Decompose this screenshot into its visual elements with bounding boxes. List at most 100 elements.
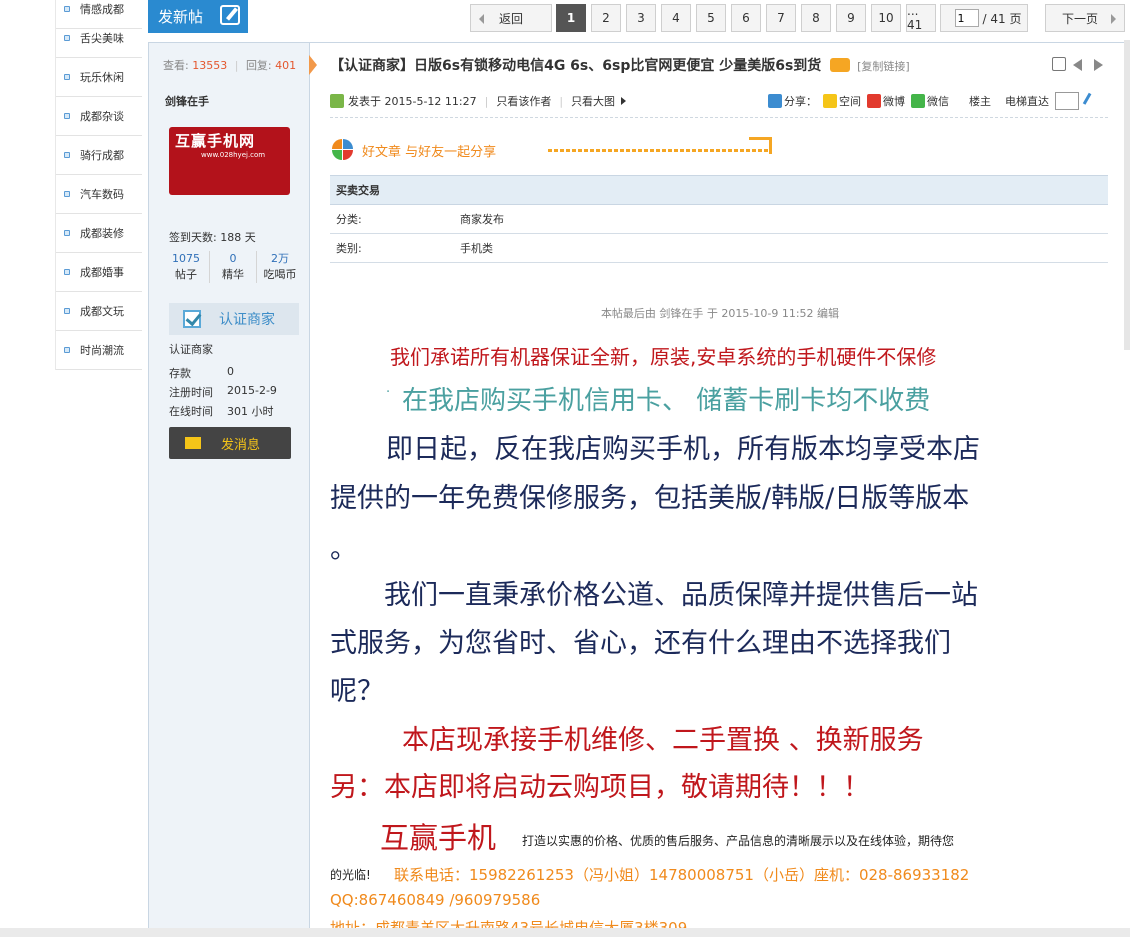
envelope-icon xyxy=(185,437,201,449)
print-icon[interactable] xyxy=(1052,57,1066,71)
checkin-days: 签到天数: 188 天 xyxy=(169,231,256,244)
body-line-free-repair-1: 即日起，反在我店购买手机，所有版本均享受本店 xyxy=(386,434,980,465)
edit-icon xyxy=(220,5,240,25)
page-input[interactable] xyxy=(954,9,979,27)
coins-label: 吃喝币 xyxy=(263,268,297,281)
bullet-icon xyxy=(64,308,70,314)
arrow-left-icon xyxy=(479,14,484,24)
nav-item-label: 玩乐休闲 xyxy=(80,71,124,84)
bullet-icon xyxy=(64,152,70,158)
replies-label: 回复: xyxy=(245,59,272,72)
post-date: 发表于 2015-5-12 11:27 xyxy=(348,95,477,108)
share-weibo[interactable]: 微博 xyxy=(883,93,905,109)
posts-count: 1075 xyxy=(172,252,200,265)
posts-label: 帖子 xyxy=(175,268,197,281)
body-line-qq: QQ:867460849 /960979586 xyxy=(330,891,541,909)
reg-value: 2015-2-9 xyxy=(227,384,277,397)
bottom-scrollbar[interactable] xyxy=(0,928,1130,937)
page-button[interactable]: 7 xyxy=(766,4,796,32)
trade-info-table: 买卖交易 分类: 商家发布 类别: 手机类 xyxy=(330,175,1108,263)
post-stats: 查看: 13553 | 回复: 401 xyxy=(163,57,296,73)
bullet-icon xyxy=(64,35,70,41)
share-bar: 分享： 空间 微博 微信 楼主 电梯直达 xyxy=(768,92,1100,110)
digest-stat[interactable]: 0 精华 xyxy=(210,251,257,283)
online-value: 301 小时 xyxy=(227,405,274,418)
deposit-label: 存款 xyxy=(169,367,191,380)
author-only-link[interactable]: 只看该作者 xyxy=(496,93,551,109)
page-button[interactable]: 4 xyxy=(661,4,691,32)
back-button[interactable]: 返回 xyxy=(470,4,552,32)
share-banner[interactable]: 好文章 与好友一起分享 xyxy=(332,137,772,161)
share-plus-icon xyxy=(768,94,782,108)
next-page-button[interactable]: 下一页 xyxy=(1045,4,1125,32)
bullet-icon xyxy=(64,347,70,353)
table-row: 类别: 手机类 xyxy=(330,234,1108,263)
nav-item[interactable]: 时尚潮流 xyxy=(56,331,142,370)
page-button[interactable]: 10 xyxy=(871,4,901,32)
page-button[interactable]: 5 xyxy=(696,4,726,32)
qzone-icon xyxy=(823,94,837,108)
page-button[interactable]: 1 xyxy=(556,4,586,32)
page-button[interactable]: 6 xyxy=(731,4,761,32)
page-button[interactable]: ... 41 xyxy=(906,4,936,32)
page-button[interactable]: 3 xyxy=(626,4,656,32)
type-key: 类别: xyxy=(336,242,362,255)
dashed-arrow-icon xyxy=(548,137,772,154)
nav-item[interactable]: 成都装修 xyxy=(56,214,142,253)
posts-stat[interactable]: 1075 帖子 xyxy=(163,251,210,283)
author-name[interactable]: 剑锋在手 xyxy=(165,93,209,109)
page-button[interactable]: 8 xyxy=(801,4,831,32)
send-message-label: 发消息 xyxy=(221,437,261,453)
nav-item-label: 舌尖美味 xyxy=(80,32,124,45)
nav-item[interactable]: 舌尖美味 xyxy=(56,19,142,58)
page-root: 情感成都舌尖美味玩乐休闲成都杂谈 骑行成都 汽车数码成都装修成都婚事 成都文玩时尚潮流… xyxy=(0,0,1130,937)
body-line-warranty: 我们承诺所有机器保证全新，原装,安卓系统的手机硬件不保修 xyxy=(390,345,937,369)
cert-label: 认证商家 xyxy=(219,312,275,328)
deposit-row: 存款 0 xyxy=(169,365,234,381)
nav-item-label: 时尚潮流 xyxy=(80,344,124,357)
pinwheel-green xyxy=(332,150,342,160)
nav-item[interactable]: 玩乐休闲 xyxy=(56,58,142,97)
bullet-icon xyxy=(64,230,70,236)
type-value: 手机类 xyxy=(460,242,493,255)
divider xyxy=(330,117,1108,118)
share-qzone[interactable]: 空间 xyxy=(839,93,861,109)
edit-note: 本帖最后由 剑锋在手 于 2015-10-9 11:52 编辑 xyxy=(600,307,840,320)
wechat-icon xyxy=(911,94,925,108)
nav-item[interactable]: 骑行成都 xyxy=(56,136,142,175)
elevator-go-icon[interactable] xyxy=(1082,92,1100,110)
share-pinwheel-icon xyxy=(332,139,354,161)
category-value: 商家发布 xyxy=(460,213,504,226)
post-meta: 发表于 2015-5-12 11:27 | 只看该作者 | 只看大图 xyxy=(330,93,627,109)
nav-item[interactable]: 成都婚事 xyxy=(56,253,142,292)
copy-link[interactable]: [复制链接] xyxy=(857,60,910,73)
page-button[interactable]: 2 xyxy=(591,4,621,32)
views-count: 13553 xyxy=(192,59,228,72)
coins-stat[interactable]: 2万 吃喝币 xyxy=(257,251,303,283)
big-images-link[interactable]: 只看大图 xyxy=(571,93,615,109)
nav-item[interactable]: 成都文玩 xyxy=(56,292,142,331)
author-mini-stats: 1075 帖子 0 精华 2万 吃喝币 xyxy=(163,251,303,283)
nav-item[interactable]: 成都杂谈 xyxy=(56,97,142,136)
send-message-button[interactable]: 发消息 xyxy=(169,427,291,459)
body-line-dot: · xyxy=(386,385,391,400)
elevator-input[interactable] xyxy=(1055,92,1079,110)
avatar[interactable]: 互赢手机网 www.028hyej.com xyxy=(169,127,290,195)
scrollbar[interactable] xyxy=(1124,40,1130,350)
nav-item-label: 成都装修 xyxy=(80,227,124,240)
hot-badge-icon xyxy=(830,58,851,72)
share-wechat[interactable]: 微信 xyxy=(927,93,949,109)
nav-item-label: 情感成都 xyxy=(80,3,124,16)
nav-item[interactable]: 汽车数码 xyxy=(56,175,142,214)
coins-count: 2万 xyxy=(271,252,289,265)
next-thread-icon[interactable] xyxy=(1094,59,1103,71)
body-line-card: 在我店购买手机信用卡、 储蓄卡刷卡均不收费 xyxy=(402,386,931,416)
pinwheel-orange xyxy=(332,139,342,149)
certified-merchant-badge[interactable]: 认证商家 xyxy=(169,303,299,335)
pinwheel-red xyxy=(343,150,353,160)
page-button[interactable]: 9 xyxy=(836,4,866,32)
bullet-icon xyxy=(64,6,70,12)
new-post-button[interactable]: 发新帖 xyxy=(148,0,248,33)
reg-row: 注册时间 2015-2-9 xyxy=(169,384,277,400)
prev-thread-icon[interactable] xyxy=(1073,59,1082,71)
